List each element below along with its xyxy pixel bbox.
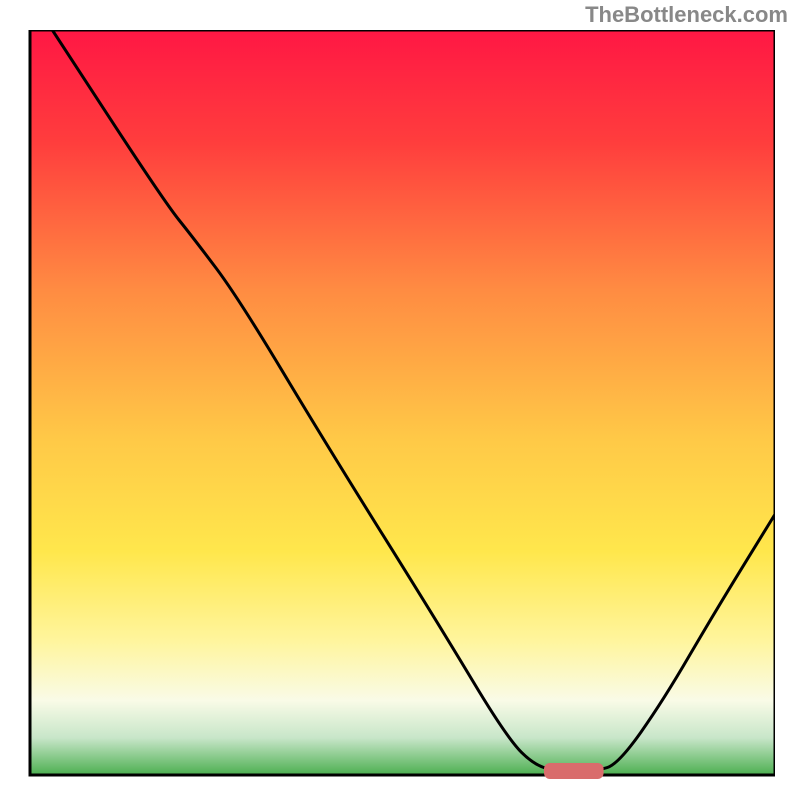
gradient-background xyxy=(30,30,775,775)
watermark-text: TheBottleneck.com xyxy=(585,2,788,28)
chart-svg xyxy=(25,30,775,780)
optimal-marker xyxy=(544,763,604,779)
bottleneck-chart xyxy=(25,30,775,780)
